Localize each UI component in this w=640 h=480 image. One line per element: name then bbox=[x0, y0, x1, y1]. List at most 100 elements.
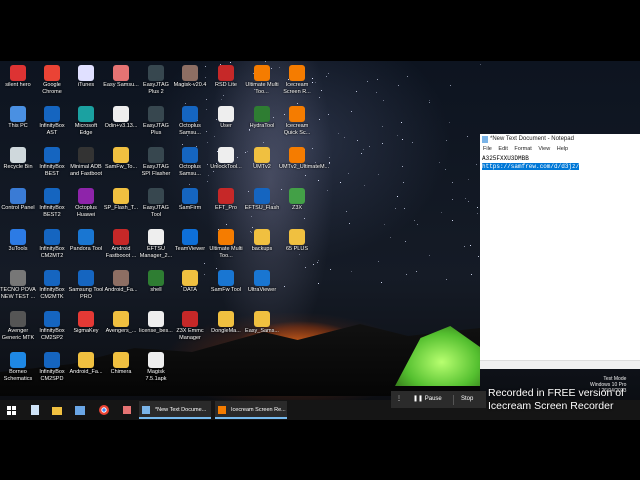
notepad-text-area[interactable]: A325FXXU3DMBB https://samfrew.com/d/d3jz… bbox=[480, 154, 640, 172]
desktop-icon[interactable]: UnlockTool... bbox=[208, 143, 244, 187]
desktop-icon[interactable]: shell bbox=[138, 266, 174, 310]
desktop-icon-label: shell bbox=[150, 287, 162, 293]
star bbox=[327, 113, 329, 115]
desktop-icon[interactable]: UMTv2_UltimateM... bbox=[279, 143, 329, 187]
desktop-icon[interactable]: RSD Lite bbox=[208, 61, 244, 105]
menu-view[interactable]: View bbox=[538, 146, 550, 152]
desktop-icon[interactable]: EasyJTAG Plus bbox=[138, 102, 174, 146]
desktop-icon[interactable]: TECNO POVA NEW TEST ... bbox=[0, 266, 36, 310]
desktop-icon[interactable]: EFT_Pro bbox=[208, 184, 244, 228]
desktop-icon[interactable]: Control Panel bbox=[0, 184, 36, 228]
desktop-icon[interactable]: Pandora Tool bbox=[68, 225, 104, 269]
desktop-icon[interactable]: InfinityBox CM2SP2 bbox=[34, 307, 70, 351]
desktop-icon[interactable]: EFTSU Manager_2... bbox=[138, 225, 174, 269]
desktop-icon-label: Avengers_... bbox=[105, 328, 137, 334]
pause-button[interactable]: ❚❚ Pause bbox=[413, 391, 442, 408]
desktop-icon-label: Google Chrome bbox=[42, 82, 62, 95]
desktop-icon[interactable]: HydraTool bbox=[244, 102, 280, 146]
desktop-icon[interactable]: Magisk-v20.4 bbox=[172, 61, 208, 105]
star bbox=[401, 138, 403, 140]
desktop-icon[interactable]: license_bes... bbox=[138, 307, 174, 351]
desktop-icon[interactable]: silent hero bbox=[0, 61, 36, 105]
menu-file[interactable]: File bbox=[483, 146, 492, 152]
selected-url-text[interactable]: https://samfrew.com/d/d3jz/ bbox=[482, 163, 580, 170]
desktop-icon[interactable]: InfinityBox BEST2 bbox=[34, 184, 70, 228]
desktop-icon[interactable]: DongleMa... bbox=[208, 307, 244, 351]
desktop-icon[interactable]: This PC bbox=[0, 102, 36, 146]
desktop-icon[interactable]: Minimal ADB and Fastboot bbox=[68, 143, 104, 187]
desktop-icon[interactable]: Easy Samsu... bbox=[103, 61, 139, 105]
desktop-icon[interactable]: Borneo Schematics bbox=[0, 348, 36, 392]
desktop-icon-label: SamFirm bbox=[178, 205, 202, 211]
star bbox=[402, 182, 404, 184]
file-explorer-icon[interactable] bbox=[50, 402, 64, 418]
desktop-icon[interactable]: Avenger Generic MTK bbox=[0, 307, 36, 351]
desktop-icon[interactable]: InfinityBox BEST bbox=[34, 143, 70, 187]
desktop-icon[interactable]: Octoplus Samsu... bbox=[172, 102, 208, 146]
desktop-icon[interactable]: Android_Fa... bbox=[103, 266, 139, 310]
menu-dots-icon[interactable]: ⋮ bbox=[396, 391, 402, 408]
menu-edit[interactable]: Edit bbox=[498, 146, 507, 152]
store-icon[interactable] bbox=[73, 402, 87, 418]
desktop-icon[interactable]: DATA bbox=[172, 266, 208, 310]
desktop-icon[interactable]: Z3X Emmc Manager bbox=[172, 307, 208, 351]
desktop-icon[interactable]: InfinityBox AST bbox=[34, 102, 70, 146]
app-icon bbox=[78, 106, 94, 122]
desktop-icon[interactable]: Android_Fa... bbox=[68, 348, 104, 392]
desktop-icon[interactable]: EasyJTAG SPI Flasher bbox=[138, 143, 174, 187]
desktop-icon[interactable]: Microsoft Edge bbox=[68, 102, 104, 146]
desktop-icon[interactable]: Samsung Tool PRO bbox=[68, 266, 104, 310]
desktop-icon[interactable]: EFTSU_Flash bbox=[244, 184, 280, 228]
menu-format[interactable]: Format bbox=[514, 146, 531, 152]
desktop-icon[interactable]: Octoplus Samsu... bbox=[172, 143, 208, 187]
desktop-icon[interactable]: backups bbox=[244, 225, 280, 269]
desktop-icon[interactable]: SP_Flash_T... bbox=[103, 184, 139, 228]
desktop-icon[interactable]: SigmaKey bbox=[68, 307, 104, 351]
desktop-icon[interactable]: SamFirm bbox=[172, 184, 208, 228]
app-icon bbox=[289, 65, 305, 81]
desktop-icon[interactable]: Recycle Bin bbox=[0, 143, 36, 187]
desktop-icon[interactable]: Android Fastbooot ... bbox=[103, 225, 139, 269]
desktop-icon[interactable]: Icecream Screen R... bbox=[279, 61, 315, 105]
desktop-icon[interactable]: UMTv2 bbox=[244, 143, 280, 187]
desktop-icon[interactable]: Odin+v3.13... bbox=[103, 102, 139, 146]
desktop-icon[interactable]: Ultimate Multi Too... bbox=[208, 225, 244, 269]
file-taskbar-icon[interactable] bbox=[28, 402, 42, 418]
desktop-icon[interactable]: 65 PLUS bbox=[279, 225, 315, 269]
desktop-icon[interactable]: InfinityBox CM2MT2 bbox=[34, 225, 70, 269]
desktop-icon[interactable]: SamFw Tool bbox=[208, 266, 244, 310]
desktop-icon[interactable]: Z3X bbox=[279, 184, 315, 228]
app-icon bbox=[218, 188, 234, 204]
desktop-icon[interactable]: 3uTools bbox=[0, 225, 36, 269]
desktop-icon[interactable]: Octoplus Huawei bbox=[68, 184, 104, 228]
taskbar-icecream-button[interactable]: Icecream Screen Re... bbox=[215, 401, 287, 419]
desktop-icon[interactable]: Ultimate Multi Too... bbox=[244, 61, 280, 105]
stop-button[interactable]: Stop bbox=[461, 391, 473, 408]
desktop-icon[interactable]: TeamViewer bbox=[172, 225, 208, 269]
desktop-icon[interactable]: UltraViewer bbox=[244, 266, 280, 310]
desktop-icon[interactable]: Magisk 7.5.1apk bbox=[138, 348, 174, 392]
desktop-icon-label: InfinityBox CM2MT2 bbox=[39, 246, 65, 259]
desktop-icon[interactable]: EasyJTAG Tool bbox=[138, 184, 174, 228]
desktop-icon[interactable]: User bbox=[208, 102, 244, 146]
app-taskbar-icon[interactable] bbox=[120, 402, 134, 418]
desktop-icon[interactable]: Google Chrome bbox=[34, 61, 70, 105]
windows-start-icon[interactable] bbox=[4, 402, 18, 418]
chrome-icon[interactable] bbox=[97, 402, 111, 418]
desktop-icon[interactable]: iTunes bbox=[68, 61, 104, 105]
desktop-icon[interactable]: EasyJTAG Plus 2 bbox=[138, 61, 174, 105]
desktop-icon-label: InfinityBox BEST bbox=[39, 164, 65, 177]
menu-help[interactable]: Help bbox=[557, 146, 568, 152]
desktop-icon[interactable]: InfinityBox CM2SPD bbox=[34, 348, 70, 392]
notepad-titlebar[interactable]: *New Text Document - Notepad bbox=[480, 134, 640, 145]
star bbox=[429, 102, 431, 104]
desktop-icon[interactable]: SamFw_To... bbox=[103, 143, 139, 187]
desktop-icon[interactable]: Avengers_... bbox=[103, 307, 139, 351]
notepad-window[interactable]: *New Text Document - Notepad File Edit F… bbox=[480, 134, 640, 369]
desktop-icon[interactable]: Icecream Quick Sc... bbox=[279, 102, 315, 146]
desktop-icon[interactable]: Chimera bbox=[103, 348, 139, 392]
taskbar-notepad-button[interactable]: *New Text Docume... bbox=[139, 401, 211, 419]
app-icon bbox=[289, 106, 305, 122]
desktop-icon[interactable]: InfinityBox CM2MTK bbox=[34, 266, 70, 310]
desktop-icon[interactable]: Easy_Sams... bbox=[244, 307, 280, 351]
